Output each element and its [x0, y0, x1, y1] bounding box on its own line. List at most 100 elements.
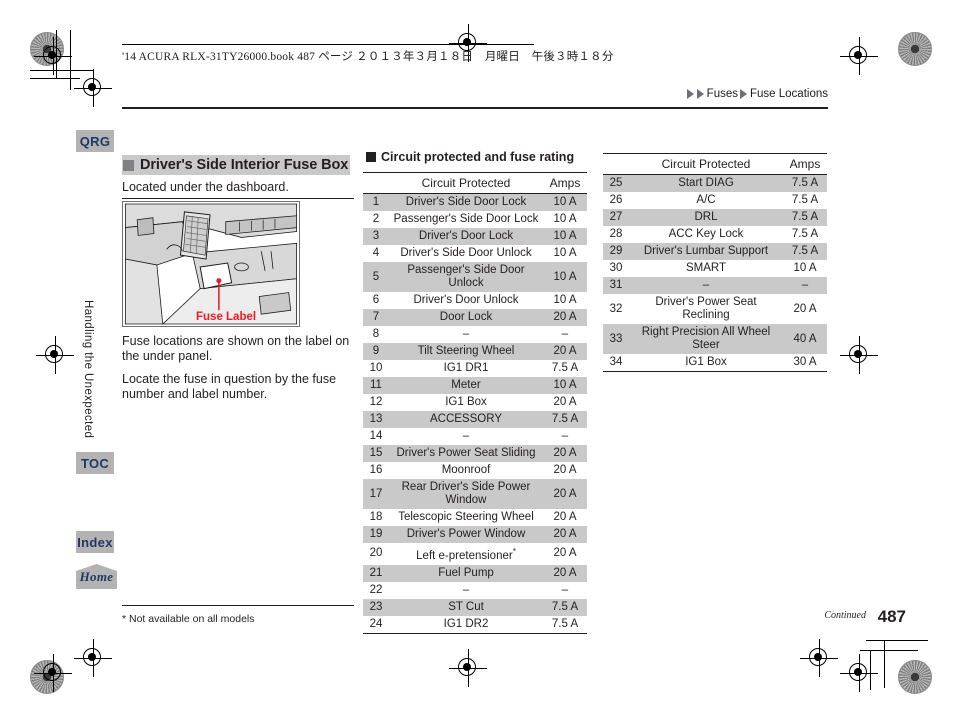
fuse-box-illustration [122, 201, 300, 327]
cell-amps: 10 A [553, 294, 577, 306]
cell-circuit-protected: Moonroof [441, 464, 491, 476]
left-column-rule-top [122, 198, 354, 200]
cell-amps: 7.5 A [543, 615, 587, 634]
crop-line-br-v2 [870, 650, 871, 690]
cell-fuse-number: 23 [363, 598, 389, 616]
table-row: 16 Moonroof 20 A [363, 462, 587, 479]
cell-circuit-protected: Door Lock [389, 309, 543, 326]
breadcrumb-level1[interactable]: Fuses [707, 88, 738, 100]
cell-circuit-protected: – [462, 583, 470, 596]
table-row: 18 Telescopic Steering Wheel 20 A [363, 509, 587, 526]
page-number: 487 [877, 607, 906, 626]
cell-amps: 30 A [783, 354, 827, 372]
cell-fuse-number: 10 [369, 362, 383, 374]
cell-circuit-protected: – [462, 328, 470, 340]
cell-amps: 7.5 A [791, 228, 819, 240]
cell-amps: 20 A [553, 511, 577, 523]
table-header-row: Circuit Protected Amps [603, 153, 827, 175]
cell-amps: 20 A [543, 526, 587, 543]
breadcrumb[interactable]: Fuses Fuse Locations [686, 88, 828, 100]
cell-fuse-number: 5 [363, 262, 389, 292]
cell-fuse-number: 24 [363, 615, 389, 634]
fuse-label-callout: Fuse Label [196, 311, 257, 323]
section-name-vertical: Handling the Unexpected [82, 300, 94, 439]
cell-fuse-number: 8 [372, 328, 380, 340]
registration-mark-inner-top-left [74, 69, 112, 107]
page-title: Driver's Side Interior Fuse Box [122, 155, 350, 175]
table-row: 3 Driver's Door Lock 10 A [363, 228, 587, 245]
cell-circuit-protected: Driver's Lumbar Support [629, 243, 783, 260]
table-row: 30 SMART 10 A [603, 260, 827, 277]
cell-fuse-number: 3 [363, 228, 389, 245]
cell-amps: 10 A [793, 262, 817, 274]
cell-fuse-number: 21 [363, 564, 389, 582]
cell-amps: – [561, 328, 569, 340]
cell-amps: 7.5 A [543, 598, 587, 616]
table-row: 17 Rear Driver's Side Power Window 20 A [363, 479, 587, 509]
cell-amps: 20 A [543, 309, 587, 326]
crop-line-br-h2 [860, 650, 918, 651]
table-row: 20 Left e-pretensioner* 20 A [363, 543, 587, 565]
cell-fuse-number: 17 [363, 479, 389, 509]
cell-amps: 7.5 A [551, 362, 579, 374]
table-row: 34 IG1 Box 30 A [603, 354, 827, 372]
sidebar-tab-home[interactable]: Home [76, 564, 117, 589]
cell-fuse-number: 2 [372, 213, 380, 225]
cell-fuse-number: 27 [603, 209, 629, 226]
cell-fuse-number: 19 [363, 526, 389, 543]
col-circuit: Circuit Protected [629, 153, 783, 175]
cell-amps: 20 A [543, 343, 587, 360]
cell-amps: – [783, 277, 827, 294]
chevron-right-icon-3 [740, 89, 747, 99]
table-row: 1 Driver's Side Door Lock 10 A [363, 193, 587, 211]
cell-circuit-protected: ACCESSORY [389, 411, 543, 428]
table-row: 25 Start DIAG 7.5 A [603, 174, 827, 192]
cell-fuse-number: 15 [363, 445, 389, 462]
registration-mark-bottom-right [840, 654, 878, 692]
cell-circuit-protected: Driver's Power Seat Reclining [655, 296, 757, 321]
registration-mark-inner-bottom-right [800, 639, 838, 677]
table-row: 7 Door Lock 20 A [363, 309, 587, 326]
sidebar-tab-toc[interactable]: TOC [76, 452, 114, 474]
sidebar-tab-qrg[interactable]: QRG [76, 130, 114, 152]
table-row: 6 Driver's Door Unlock 10 A [363, 292, 587, 309]
density-mark-bottom-right [898, 660, 932, 694]
cell-circuit-protected: Driver's Door Lock [389, 228, 543, 245]
cell-circuit-protected: Passenger's Side Door Unlock [389, 262, 543, 292]
cell-circuit-protected: Driver's Power Window [389, 526, 543, 543]
cell-fuse-number: 1 [363, 193, 389, 211]
cell-circuit-protected: Left e-pretensioner* [416, 547, 516, 562]
registration-mark-left-middle [36, 336, 74, 374]
table-row: 10 IG1 DR1 7.5 A [363, 360, 587, 377]
table-row: 33 Right Precision All Wheel Steer 40 A [603, 324, 827, 354]
col-amps: Amps [783, 153, 827, 175]
cell-amps: 7.5 A [791, 194, 819, 206]
located-text: Located under the dashboard. [122, 180, 289, 194]
cell-circuit-protected: Meter [389, 377, 543, 394]
cell-amps: 20 A [543, 564, 587, 582]
sidebar-tab-index[interactable]: Index [76, 531, 114, 553]
breadcrumb-level2[interactable]: Fuse Locations [750, 88, 828, 100]
cell-amps: 7.5 A [783, 174, 827, 192]
cell-fuse-number: 22 [369, 583, 383, 596]
table-row: 32 Driver's Power Seat Reclining 20 A [603, 294, 827, 324]
crop-line-top-h [30, 70, 94, 71]
cell-amps: 7.5 A [783, 243, 827, 260]
table-row: 24 IG1 DR2 7.5 A [363, 615, 587, 634]
table-row: 12 IG1 Box 20 A [363, 394, 587, 411]
chevron-right-icon [686, 89, 694, 99]
registration-mark-inner-bottom-left [74, 639, 112, 677]
table-row: 4 Driver's Side Door Unlock 10 A [363, 245, 587, 262]
cell-fuse-number: 9 [363, 343, 389, 360]
cell-circuit-protected: Rear Driver's Side Power Window [389, 479, 543, 509]
table-row: 21 Fuel Pump 20 A [363, 564, 587, 582]
cell-fuse-number: 7 [363, 309, 389, 326]
middle-table-heading-text: Circuit protected and fuse rating [381, 150, 575, 164]
cell-amps: 20 A [553, 396, 577, 408]
book-info-text: '14 ACURA RLX-31TY26000.book 487 ページ ２０１… [122, 51, 614, 63]
crop-line-br-h [866, 640, 928, 641]
col-amps: Amps [543, 172, 587, 194]
cell-fuse-number: 20 [369, 547, 383, 560]
cell-circuit-protected: – [629, 277, 783, 294]
cell-amps: – [561, 583, 569, 596]
